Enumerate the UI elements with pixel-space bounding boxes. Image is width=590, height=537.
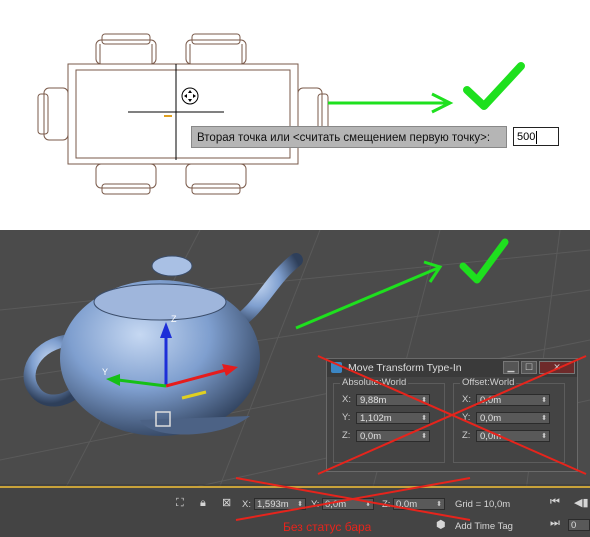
lock-icon[interactable]: 🔒︎	[200, 497, 206, 510]
dialog-title: Move Transform Type-In	[348, 362, 462, 374]
chair-bottom-left	[95, 163, 157, 195]
y-label: Y:	[311, 499, 320, 510]
cad-drawing	[37, 33, 525, 195]
spinner-arrows-icon[interactable]: ⬍	[297, 499, 303, 510]
spinner-arrows-icon[interactable]: ⬍	[421, 395, 427, 406]
spinner-arrows-icon[interactable]: ⬍	[541, 413, 547, 424]
previous-frame-icon[interactable]: ◀▮	[574, 496, 589, 509]
axis-label: Y:	[342, 412, 351, 423]
spinner-arrows-icon[interactable]: ⬍	[421, 413, 427, 424]
x-label: X:	[242, 499, 251, 510]
without-status-bar-caption: Без статус бара	[283, 520, 372, 534]
minimize-button[interactable]: ▁	[503, 361, 519, 374]
cad-viewport[interactable]: Вторая точка или <считать смещением перв…	[0, 0, 590, 230]
command-input[interactable]: 500	[513, 127, 559, 146]
spinner-arrows-icon[interactable]: ⬍	[541, 431, 547, 442]
checkmark-icon-top	[463, 62, 525, 110]
frame-field[interactable]: 0	[568, 519, 590, 531]
absolute-x-spinner[interactable]: 9,88m ⬍	[356, 394, 430, 406]
offset-world-label: Offset:World	[460, 377, 517, 388]
status-z-field[interactable]: 0,0m ⬍	[393, 498, 445, 510]
spinner-arrows-icon[interactable]: ⬍	[421, 431, 427, 442]
axis-label: X:	[462, 394, 471, 405]
selection-lock-icon[interactable]: ⛶	[176, 497, 184, 510]
z-label: Z:	[382, 499, 391, 510]
table-outline	[67, 63, 299, 165]
grid-size-text: Grid = 10,0m	[455, 499, 511, 510]
command-prompt: Вторая точка или <считать смещением перв…	[191, 126, 507, 148]
dialog-titlebar[interactable]: Move Transform Type-In ▁ ☐ ✕	[327, 359, 577, 377]
spinner-arrows-icon[interactable]: ⬍	[541, 395, 547, 406]
offset-world-group: Offset:World X: 0,0m ⬍ Y: 0,0m ⬍ Z: 0,0m ⬍	[453, 377, 565, 463]
status-y-field[interactable]: 0,0m ⬍	[322, 498, 374, 510]
z-axis-label: Z	[171, 314, 177, 324]
restore-button[interactable]: ☐	[521, 361, 537, 374]
offset-y-spinner[interactable]: 0,0m ⬍	[476, 412, 550, 424]
offset-x-spinner[interactable]: 0,0m ⬍	[476, 394, 550, 406]
time-tag-icon: ⬢	[436, 519, 446, 531]
absolute-mode-icon[interactable]: ⊠	[222, 496, 231, 509]
spinner-arrows-icon[interactable]: ⬍	[436, 499, 442, 510]
absolute-world-group: Absolute:World X: 9,88m ⬍ Y: 1,102m ⬍ Z: 0…	[333, 377, 445, 463]
axis-label: Z:	[462, 430, 471, 441]
spinner-arrows-icon[interactable]: ⬍	[365, 499, 371, 510]
teapot-model	[23, 253, 303, 436]
key-mode-icon[interactable]: ⏭	[550, 517, 560, 530]
green-arrow-bottom	[295, 260, 443, 330]
go-to-start-icon[interactable]: ⏮	[550, 496, 560, 509]
axis-label: Y:	[462, 412, 471, 423]
chair-top-right	[185, 33, 247, 65]
move-gizmo-icon	[181, 87, 199, 105]
absolute-z-spinner[interactable]: 0,0m ⬍	[356, 430, 430, 442]
absolute-world-label: Absolute:World	[340, 377, 409, 388]
app-icon	[331, 362, 342, 373]
status-x-field[interactable]: 1,593m ⬍	[254, 498, 306, 510]
chair-top-left	[95, 33, 157, 65]
add-time-tag[interactable]: Add Time Tag	[455, 521, 513, 532]
axis-label: Z:	[342, 430, 351, 441]
chair-bottom-right	[185, 163, 247, 195]
close-button[interactable]: ✕	[539, 361, 575, 374]
chair-left	[37, 87, 69, 141]
y-axis-label: Y	[102, 367, 108, 377]
offset-z-spinner[interactable]: 0,0m ⬍	[476, 430, 550, 442]
absolute-y-spinner[interactable]: 1,102m ⬍	[356, 412, 430, 424]
green-arrow-top	[328, 92, 454, 114]
move-transform-dialog[interactable]: Move Transform Type-In ▁ ☐ ✕ Absolute:Wo…	[326, 358, 578, 472]
axis-label: X:	[342, 394, 351, 405]
